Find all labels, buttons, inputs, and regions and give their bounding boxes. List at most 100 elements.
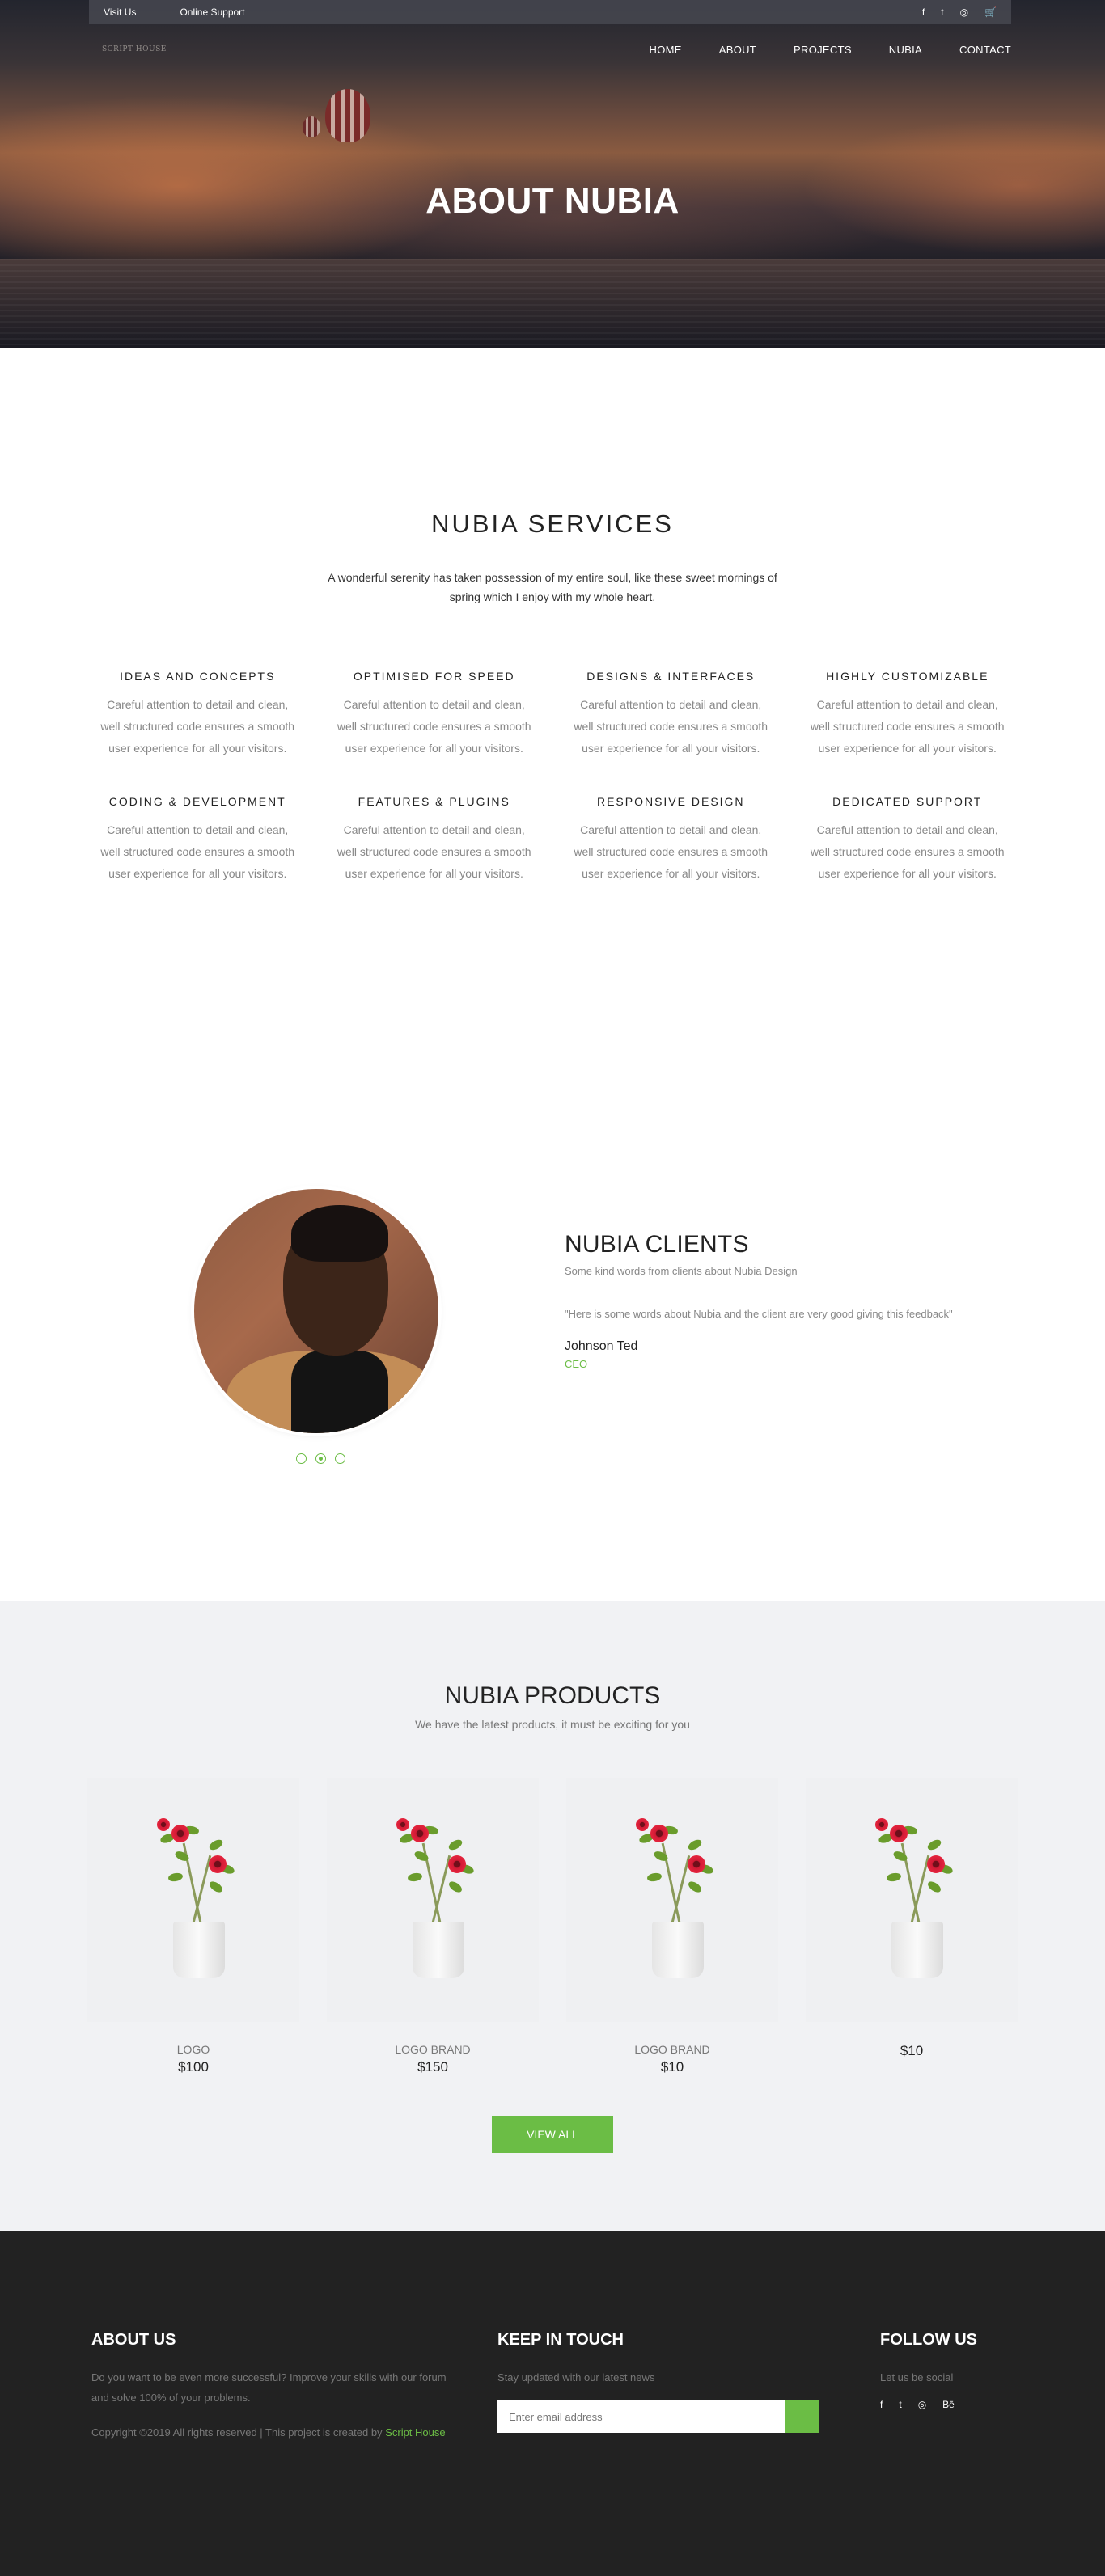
plant-flower <box>650 1825 668 1842</box>
footer-social-icons: f t ◎ Bē <box>880 2399 1018 2410</box>
plant-flower <box>396 1818 409 1831</box>
footer-newsletter: KEEP IN TOUCH Stay updated with our late… <box>497 2331 829 2433</box>
plant-pot <box>652 1922 704 1978</box>
nav-nubia[interactable]: NUBIA <box>889 44 922 56</box>
hero-banner: Visit Us Online Support f t ◎ 🛒 SCRIPT H… <box>0 0 1105 348</box>
plant-leaf <box>686 1879 704 1895</box>
clients-section: NUBIA CLIENTS Some kind words from clien… <box>0 1189 1105 1601</box>
plant-flower <box>171 1825 189 1842</box>
email-input[interactable] <box>497 2400 785 2433</box>
client-role: CEO <box>565 1358 588 1370</box>
product-card[interactable]: LOGO BRAND $10 <box>566 1778 778 2075</box>
service-title: CODING & DEVELOPMENT <box>108 795 286 808</box>
balloon-small-icon <box>303 116 320 137</box>
carousel-dot[interactable] <box>335 1453 345 1464</box>
plant-flower <box>927 1855 945 1873</box>
hero-sky-glow <box>0 49 1105 259</box>
plant-flower <box>209 1855 227 1873</box>
product-price: $100 <box>178 2059 209 2075</box>
plant-image[interactable] <box>327 1778 539 2022</box>
script-house-link[interactable]: Script House <box>385 2426 445 2439</box>
service-title: DESIGNS & INTERFACES <box>586 670 756 683</box>
plant-leaf <box>925 1838 943 1852</box>
main-nav: HOME ABOUT PROJECTS NUBIA CONTACT <box>650 44 1011 56</box>
top-bar: Visit Us Online Support f t ◎ 🛒 <box>89 0 1011 24</box>
service-title: OPTIMISED FOR SPEED <box>353 670 515 683</box>
service-text: Careful attention to detail and clean, w… <box>100 698 295 755</box>
plant-flower <box>688 1855 705 1873</box>
product-name: LOGO BRAND <box>395 2043 471 2056</box>
footer-keep-title: KEEP IN TOUCH <box>497 2331 624 2349</box>
footer-follow: FOLLOW US Let us be social f t ◎ Bē <box>880 2331 1018 2410</box>
footer-follow-title: FOLLOW US <box>880 2331 977 2349</box>
testimonial: NUBIA CLIENTS Some kind words from clien… <box>565 1231 953 1370</box>
product-card[interactable]: LOGO $100 <box>87 1778 299 2075</box>
carousel-dot[interactable] <box>296 1453 307 1464</box>
plant-flower <box>411 1825 429 1842</box>
online-support-link[interactable]: Online Support <box>180 6 244 18</box>
site-footer: ABOUT US Do you want to be even more suc… <box>0 2231 1105 2576</box>
service-title: FEATURES & PLUGINS <box>358 795 510 808</box>
view-all-button[interactable]: VIEW ALL <box>492 2116 613 2153</box>
plant-leaf <box>447 1838 464 1852</box>
plant-leaf <box>407 1872 423 1883</box>
subscribe-button[interactable] <box>785 2400 819 2433</box>
service-text: Careful attention to detail and clean, w… <box>810 823 1005 880</box>
product-price: $10 <box>660 2059 684 2075</box>
testimonial-quote: "Here is some words about Nubia and the … <box>565 1308 953 1320</box>
service-title: DEDICATED SUPPORT <box>832 795 983 808</box>
service-card: HIGHLY CUSTOMIZABLE Careful attention to … <box>790 670 1027 759</box>
services-lead: A wonderful serenity has taken possessio… <box>328 571 777 603</box>
visit-us-link[interactable]: Visit Us <box>104 6 136 18</box>
twitter-icon[interactable]: t <box>941 6 943 18</box>
plant-flower <box>448 1855 466 1873</box>
facebook-icon[interactable]: f <box>922 6 925 18</box>
service-text: Careful attention to detail and clean, w… <box>574 698 768 755</box>
avatar-shirt <box>291 1351 388 1433</box>
balloon-icon <box>325 89 370 142</box>
carousel-dot-active[interactable] <box>315 1453 326 1464</box>
nav-contact[interactable]: CONTACT <box>959 44 1011 56</box>
newsletter-form <box>497 2400 829 2433</box>
client-name: Johnson Ted <box>565 1339 638 1353</box>
plant-leaf <box>886 1872 902 1883</box>
clients-title: NUBIA CLIENTS <box>565 1231 749 1258</box>
services-title: NUBIA SERVICES <box>431 510 674 538</box>
service-card: CODING & DEVELOPMENT Careful attention to… <box>79 795 316 885</box>
cart-icon[interactable]: 🛒 <box>984 6 997 18</box>
services-section: NUBIA SERVICES A wonderful serenity has … <box>0 348 1105 1189</box>
nav-projects[interactable]: PROJECTS <box>794 44 852 56</box>
service-text: Careful attention to detail and clean, w… <box>810 698 1005 755</box>
footer-about: ABOUT US Do you want to be even more suc… <box>91 2331 447 2443</box>
carousel-dots <box>296 1453 345 1464</box>
page-title: ABOUT NUBIA <box>425 181 680 221</box>
service-text: Careful attention to detail and clean, w… <box>100 823 295 880</box>
service-text: Careful attention to detail and clean, w… <box>337 698 531 755</box>
dribbble-icon[interactable]: ◎ <box>960 6 968 18</box>
product-card[interactable]: LOGO BRAND $150 <box>327 1778 539 2075</box>
product-card[interactable]: $10 <box>806 1778 1018 2075</box>
service-card: IDEAS AND CONCEPTS Careful attention to d… <box>79 670 316 759</box>
plant-image[interactable] <box>806 1778 1018 2022</box>
copyright-label: Copyright ©2019 All rights reserved | Th… <box>91 2426 383 2439</box>
plant-pot <box>173 1922 225 1978</box>
dribbble-icon[interactable]: ◎ <box>918 2399 926 2410</box>
plant-leaf <box>167 1872 184 1883</box>
service-card: OPTIMISED FOR SPEED Careful attention to … <box>316 670 553 759</box>
behance-icon[interactable]: Bē <box>942 2399 955 2410</box>
nav-home[interactable]: HOME <box>650 44 682 56</box>
site-logo[interactable]: SCRIPT HOUSE <box>102 45 167 53</box>
nav-about[interactable]: ABOUT <box>719 44 756 56</box>
footer-about-title: ABOUT US <box>91 2331 176 2349</box>
plant-image[interactable] <box>87 1778 299 2022</box>
plant-image[interactable] <box>566 1778 778 2022</box>
avatar-hair <box>291 1205 388 1262</box>
service-title: HIGHLY CUSTOMIZABLE <box>826 670 989 683</box>
facebook-icon[interactable]: f <box>880 2399 883 2410</box>
service-card: DESIGNS & INTERFACES Careful attention to… <box>552 670 790 759</box>
plant-leaf <box>207 1879 225 1895</box>
clients-subtitle: Some kind words from clients about Nubia… <box>565 1265 798 1277</box>
product-price: $10 <box>900 2043 924 2058</box>
twitter-icon[interactable]: t <box>899 2399 901 2410</box>
plant-pot <box>891 1922 943 1978</box>
